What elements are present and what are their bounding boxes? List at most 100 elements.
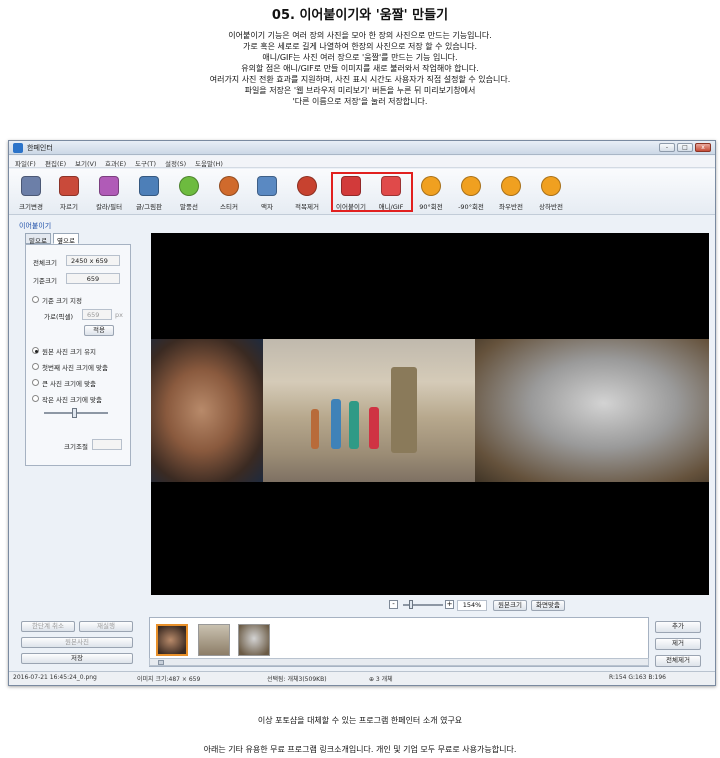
frame-icon (257, 176, 277, 196)
thumbnail-koala[interactable] (238, 624, 270, 656)
tool-speech-bubble[interactable]: 말풍선 (169, 173, 209, 213)
original-size-button[interactable]: 원본크기 (493, 600, 527, 611)
status-image-size: 이미지 크기:487 × 659 (137, 676, 201, 683)
fit-screen-button[interactable]: 화면맞춤 (531, 600, 565, 611)
text-draw-icon (139, 176, 159, 196)
tool-resize[interactable]: 크기변경 (11, 173, 51, 213)
pixel-unit: px (115, 311, 123, 319)
tool-frame[interactable]: 액자 (247, 173, 287, 213)
option-first-size: 첫번째 사진 크기에 맞춤 (42, 364, 108, 372)
base-size-label: 기준크기 (33, 277, 57, 285)
title-bar[interactable]: 한페인터 - □ x (9, 141, 715, 155)
tab-vertical[interactable]: 밑으로 (25, 233, 51, 245)
apply-button[interactable]: 적용 (84, 325, 114, 336)
menu-edit[interactable]: 편집(E) (45, 158, 66, 168)
intro-line: 이어붙이기 기능은 여러 장의 사진을 모아 한 장의 사진으로 만드는 기능입… (228, 31, 492, 40)
tab-horizontal[interactable]: 옆으로 (53, 233, 79, 245)
total-size-value: 2450 x 659 (66, 255, 120, 266)
tool-rotate-left[interactable]: -90°회전 (451, 173, 491, 213)
radio-fixed-size[interactable] (32, 296, 39, 303)
total-size-label: 전체크기 (33, 259, 57, 267)
option-keep-size: 원본 사진 크기 유지 (42, 348, 97, 356)
remove-button[interactable]: 제거 (655, 638, 701, 650)
page-heading: 05. 이어붙이기와 '움짤' 만들기 (271, 8, 449, 23)
photo-koala (475, 339, 709, 482)
tool-sticker[interactable]: 스티커 (209, 173, 249, 213)
flip-horizontal-icon (501, 176, 521, 196)
option-small-size: 작은 사진 크기에 맞춤 (42, 396, 103, 404)
merge-panel: 이어붙이기 밑으로 옆으로 전체크기 2450 x 659 기준크기 659 기… (11, 217, 139, 615)
size-adjust-input[interactable] (92, 439, 122, 450)
tool-rotate-right[interactable]: 90°회전 (411, 173, 451, 213)
zoom-slider-thumb[interactable] (409, 600, 413, 609)
original-photo-button[interactable]: 원본사진 (21, 637, 133, 648)
tool-text-draw[interactable]: 글/그림판 (129, 173, 169, 213)
menu-help[interactable]: 도움말(H) (195, 158, 223, 168)
menu-settings[interactable]: 설정(S) (165, 158, 186, 168)
zoom-in-button[interactable]: + (445, 600, 454, 609)
app-icon (13, 143, 23, 153)
flip-vertical-icon (541, 176, 561, 196)
radio-first-size[interactable] (32, 363, 39, 370)
menu-file[interactable]: 파일(F) (15, 158, 36, 168)
color-filter-icon (99, 176, 119, 196)
window-title: 한페인터 (27, 144, 53, 152)
size-adjust-label: 크기조절 (64, 443, 88, 451)
intro-line: 가로 혹은 세로로 길게 나열하여 한장의 사진으로 저장 할 수 있습니다. (242, 42, 478, 51)
size-slider-thumb[interactable] (72, 408, 77, 418)
radio-large-size[interactable] (32, 379, 39, 386)
intro-line: 애니/GIF는 사진 여러 장으로 '움짤'를 만드는 기능 입니다. (262, 53, 458, 62)
zoom-bar: - + 154% 원본크기 화면맞춤 (151, 597, 709, 613)
status-color: R:154 G:163 B:196 (609, 674, 666, 681)
panel-title: 이어붙이기 (19, 222, 52, 230)
pixel-input[interactable]: 659 (82, 309, 112, 320)
thumbnail-soldiers[interactable] (198, 624, 230, 656)
intro-line: 여러가지 사진 전환 효과를 지원하며, 사진 표시 시간도 사용자가 직접 설… (209, 75, 511, 84)
menu-bar: 파일(F) 편집(E) 보기(V) 효과(E) 도구(T) 설정(S) 도움말(… (9, 156, 715, 168)
option-fixed-size: 기준 크기 지정 (42, 297, 83, 305)
undo-button[interactable]: 한단계 취소 (21, 621, 75, 632)
redo-button[interactable]: 재실행 (79, 621, 133, 632)
resize-icon (21, 176, 41, 196)
menu-tools[interactable]: 도구(T) (135, 158, 156, 168)
thumbnail-scrollbar[interactable] (149, 658, 649, 666)
rotate-left-icon (461, 176, 481, 196)
image-canvas[interactable] (151, 233, 709, 595)
zoom-out-button[interactable]: - (389, 600, 398, 609)
option-large-size: 큰 사진 크기에 맞춤 (42, 380, 97, 388)
tool-color-filter[interactable]: 칼라/필터 (89, 173, 129, 213)
tool-flip-vertical[interactable]: 상하반전 (531, 173, 571, 213)
highlight-box (331, 172, 413, 212)
status-count: ⊕ 3 개체 (369, 676, 393, 683)
footer-line: 아래는 기타 유용한 무료 프로그램 링크소개입니다. 개인 및 기업 모두 무… (203, 745, 517, 754)
radio-keep-size[interactable] (32, 347, 39, 354)
save-button[interactable]: 저장 (21, 653, 133, 664)
scrollbar-thumb[interactable] (158, 660, 164, 665)
menu-effects[interactable]: 효과(E) (105, 158, 126, 168)
speech-bubble-icon (179, 176, 199, 196)
maximize-button[interactable]: □ (677, 143, 693, 152)
status-selected: 선택됨: 개체3(509KB) (267, 676, 327, 683)
thumbnail-old-man[interactable] (156, 624, 188, 656)
red-eye-icon (297, 176, 317, 196)
app-window: 한페인터 - □ x 파일(F) 편집(E) 보기(V) 효과(E) 도구(T)… (8, 140, 716, 686)
photo-soldiers-children (263, 339, 475, 482)
add-button[interactable]: 추가 (655, 621, 701, 633)
photo-old-man (151, 339, 263, 482)
close-button[interactable]: x (695, 143, 711, 152)
footer-line: 이상 포토샵을 대체할 수 있는 프로그램 한페인터 소개 였구요 (257, 716, 463, 725)
rotate-right-icon (421, 176, 441, 196)
tool-crop[interactable]: 자르기 (49, 173, 89, 213)
intro-line: 파일을 저장은 '웹 브라우저 미리보기' 버튼을 누른 뒤 미리보기창에서 (244, 86, 476, 95)
tool-red-eye[interactable]: 적목제거 (287, 173, 327, 213)
tab-body: 전체크기 2450 x 659 기준크기 659 기준 크기 지정 가로(픽셀)… (25, 244, 131, 466)
radio-small-size[interactable] (32, 395, 39, 402)
tool-flip-horizontal[interactable]: 좌우반전 (491, 173, 531, 213)
intro-line: '다른 이름으로 저장'을 눌러 저장합니다. (292, 97, 428, 106)
remove-all-button[interactable]: 전체제거 (655, 655, 701, 667)
menu-view[interactable]: 보기(V) (75, 158, 96, 168)
base-size-value: 659 (66, 273, 120, 284)
minimize-button[interactable]: - (659, 143, 675, 152)
pixel-label: 가로(픽셀) (44, 313, 73, 321)
zoom-value[interactable]: 154% (457, 600, 487, 611)
